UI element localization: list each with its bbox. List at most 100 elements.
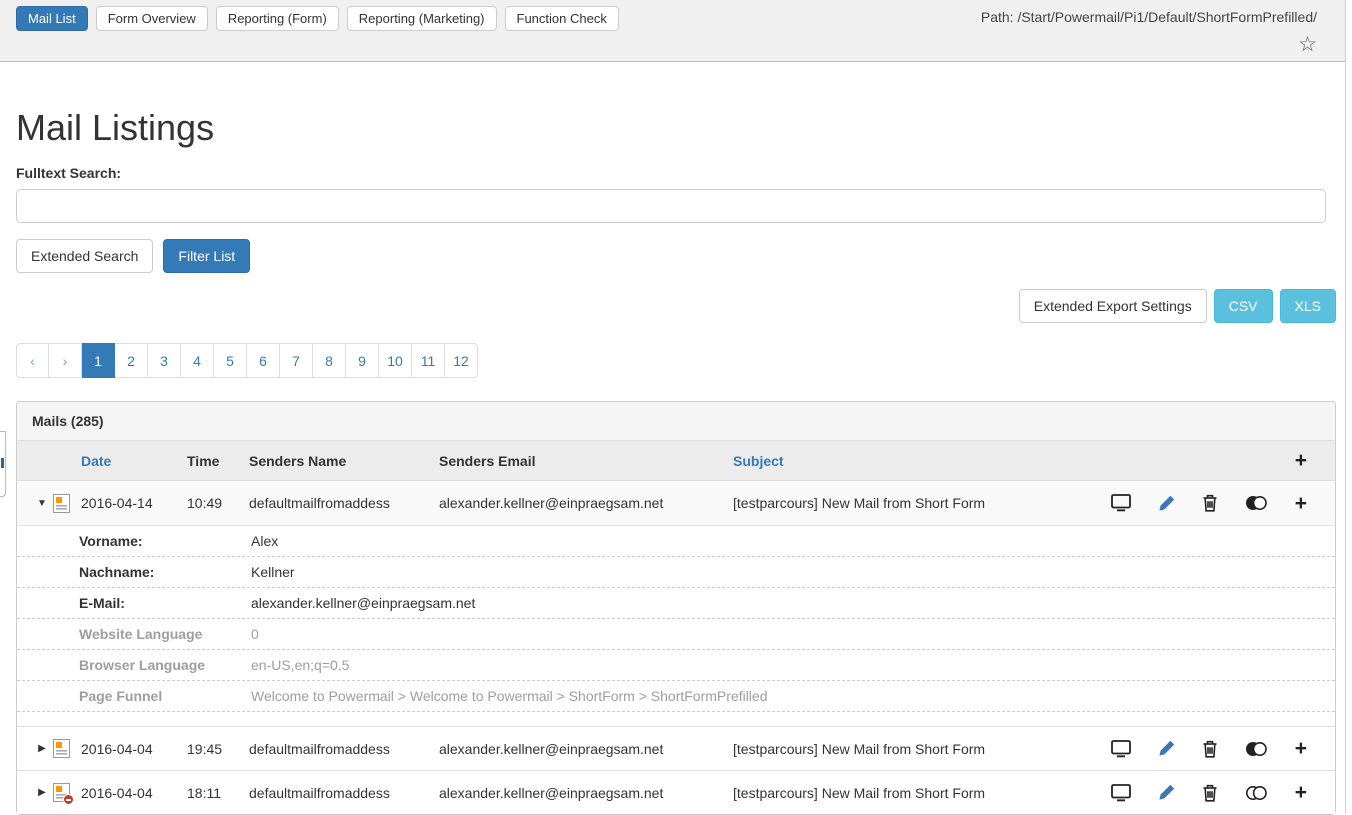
edit-pencil-icon[interactable] [1158, 740, 1175, 757]
unhide-toggle-off-icon[interactable] [1245, 785, 1268, 801]
tab-reporting-form[interactable]: Reporting (Form) [216, 6, 339, 31]
mail-detail-section: Vorname: Alex Nachname: Kellner E-Mail: … [17, 525, 1335, 726]
mail-date: 2016-04-04 [81, 741, 187, 757]
column-header-senders-name: Senders Name [249, 453, 439, 469]
hide-toggle-on-icon[interactable] [1245, 741, 1268, 757]
edit-pencil-icon[interactable] [1158, 495, 1175, 512]
pagination: ‹ › 1 2 3 4 5 6 7 8 9 10 11 12 [16, 343, 478, 378]
preview-monitor-icon[interactable] [1111, 784, 1131, 802]
mail-sender-email: alexander.kellner@einpraegsam.net [439, 785, 733, 801]
detail-value: Kellner [251, 564, 295, 580]
mail-date: 2016-04-14 [81, 495, 187, 511]
breadcrumb-path: Path: /Start/Powermail/Pi1/Default/Short… [981, 9, 1317, 25]
collapse-toggle-icon[interactable]: ▼ [31, 498, 53, 509]
pagination-page-10[interactable]: 10 [379, 343, 412, 378]
pagination-page-11[interactable]: 11 [412, 343, 445, 378]
extended-export-settings-button[interactable]: Extended Export Settings [1019, 289, 1207, 323]
preview-monitor-icon[interactable] [1111, 740, 1131, 758]
mails-panel: Mails (285) Date Time Senders Name Sende… [16, 401, 1336, 815]
add-column-icon[interactable]: + [1295, 450, 1307, 471]
mail-date: 2016-04-04 [81, 785, 187, 801]
pagination-page-6[interactable]: 6 [247, 343, 280, 378]
mail-time: 19:45 [187, 741, 249, 757]
pagination-page-1[interactable]: 1 [82, 343, 115, 378]
pagination-page-12[interactable]: 12 [445, 343, 478, 378]
main-content: Mail Listings Fulltext Search: Extended … [0, 62, 1352, 815]
mail-subject: [testparcours] New Mail from Short Form [733, 785, 1111, 801]
mail-time: 18:11 [187, 785, 249, 801]
pagination-next[interactable]: › [49, 343, 82, 378]
expand-toggle-icon[interactable]: ▶ [31, 787, 53, 798]
mail-sender-email: alexander.kellner@einpraegsam.net [439, 495, 733, 511]
record-type-icon-hidden[interactable] [53, 783, 81, 802]
expand-toggle-icon[interactable]: ▶ [31, 743, 53, 754]
top-toolbar: Mail List Form Overview Reporting (Form)… [0, 0, 1345, 62]
mails-panel-title: Mails (285) [17, 402, 1335, 441]
detail-row-browser-language: Browser Language en-US,en;q=0.5 [17, 650, 1335, 681]
tab-function-check[interactable]: Function Check [505, 6, 619, 31]
tab-mail-list[interactable]: Mail List [16, 6, 88, 31]
tab-reporting-marketing[interactable]: Reporting (Marketing) [347, 6, 497, 31]
detail-label: Page Funnel [79, 688, 251, 704]
pagination-page-3[interactable]: 3 [148, 343, 181, 378]
hide-toggle-on-icon[interactable] [1245, 495, 1268, 511]
detail-row-email: E-Mail: alexander.kellner@einpraegsam.ne… [17, 588, 1335, 619]
module-tabs: Mail List Form Overview Reporting (Form)… [16, 6, 619, 31]
pagination-page-7[interactable]: 7 [280, 343, 313, 378]
detail-label: Nachname: [79, 564, 251, 580]
mail-subject: [testparcours] New Mail from Short Form [733, 741, 1111, 757]
fulltext-search-input[interactable] [16, 189, 1326, 223]
edit-pencil-icon[interactable] [1158, 784, 1175, 801]
page-title: Mail Listings [16, 107, 1336, 149]
detail-value: Alex [251, 533, 278, 549]
hidden-record-overlay-icon [63, 794, 74, 805]
more-plus-icon[interactable]: + [1295, 782, 1307, 803]
pagination-page-4[interactable]: 4 [181, 343, 214, 378]
mail-subject: [testparcours] New Mail from Short Form [733, 495, 1111, 511]
mail-sender-name: defaultmailfromaddess [249, 741, 439, 757]
mail-sender-name: defaultmailfromaddess [249, 785, 439, 801]
pagination-page-9[interactable]: 9 [346, 343, 379, 378]
detail-label: Browser Language [79, 657, 251, 673]
column-header-date[interactable]: Date [81, 453, 187, 469]
detail-label: Vorname: [79, 533, 251, 549]
detail-label: Website Language [79, 626, 251, 642]
pagination-page-2[interactable]: 2 [115, 343, 148, 378]
delete-trash-icon[interactable] [1202, 784, 1218, 802]
detail-value: alexander.kellner@einpraegsam.net [251, 595, 475, 611]
more-plus-icon[interactable]: + [1295, 493, 1307, 514]
preview-monitor-icon[interactable] [1111, 494, 1131, 512]
pagination-page-5[interactable]: 5 [214, 343, 247, 378]
delete-trash-icon[interactable] [1202, 494, 1218, 512]
mail-sender-email: alexander.kellner@einpraegsam.net [439, 741, 733, 757]
detail-row-vorname: Vorname: Alex [17, 526, 1335, 557]
mail-time: 10:49 [187, 495, 249, 511]
delete-trash-icon[interactable] [1202, 740, 1218, 758]
record-type-icon[interactable] [53, 494, 81, 513]
table-row: ▶ 2016-04-04 19:45 defaultmailfromaddess… [17, 726, 1335, 770]
table-row: ▶ 2016-04-04 18:11 defaultmailfromaddess… [17, 770, 1335, 814]
detail-value: en-US,en;q=0.5 [251, 657, 349, 673]
table-row: ▼ 2016-04-14 10:49 defaultmailfromaddess… [17, 481, 1335, 525]
xls-export-button[interactable]: XLS [1280, 289, 1336, 323]
column-header-time: Time [187, 453, 249, 469]
detail-value: Welcome to Powermail > Welcome to Powerm… [251, 688, 768, 704]
filter-list-button[interactable]: Filter List [163, 239, 250, 273]
detail-row-website-language: Website Language 0 [17, 619, 1335, 650]
mail-sender-name: defaultmailfromaddess [249, 495, 439, 511]
record-type-icon[interactable] [53, 739, 81, 758]
fulltext-search-label: Fulltext Search: [16, 165, 1336, 181]
tab-form-overview[interactable]: Form Overview [96, 6, 208, 31]
pagination-page-8[interactable]: 8 [313, 343, 346, 378]
detail-label: E-Mail: [79, 595, 251, 611]
column-header-subject[interactable]: Subject [733, 453, 1111, 469]
more-plus-icon[interactable]: + [1295, 738, 1307, 759]
column-header-senders-email: Senders Email [439, 453, 733, 469]
pagination-prev[interactable]: ‹ [16, 343, 49, 378]
csv-export-button[interactable]: CSV [1214, 289, 1273, 323]
detail-row-nachname: Nachname: Kellner [17, 557, 1335, 588]
detail-value: 0 [251, 626, 259, 642]
extended-search-button[interactable]: Extended Search [16, 239, 153, 273]
detail-row-page-funnel: Page Funnel Welcome to Powermail > Welco… [17, 681, 1335, 712]
bookmark-star-icon[interactable]: ☆ [1298, 34, 1317, 55]
